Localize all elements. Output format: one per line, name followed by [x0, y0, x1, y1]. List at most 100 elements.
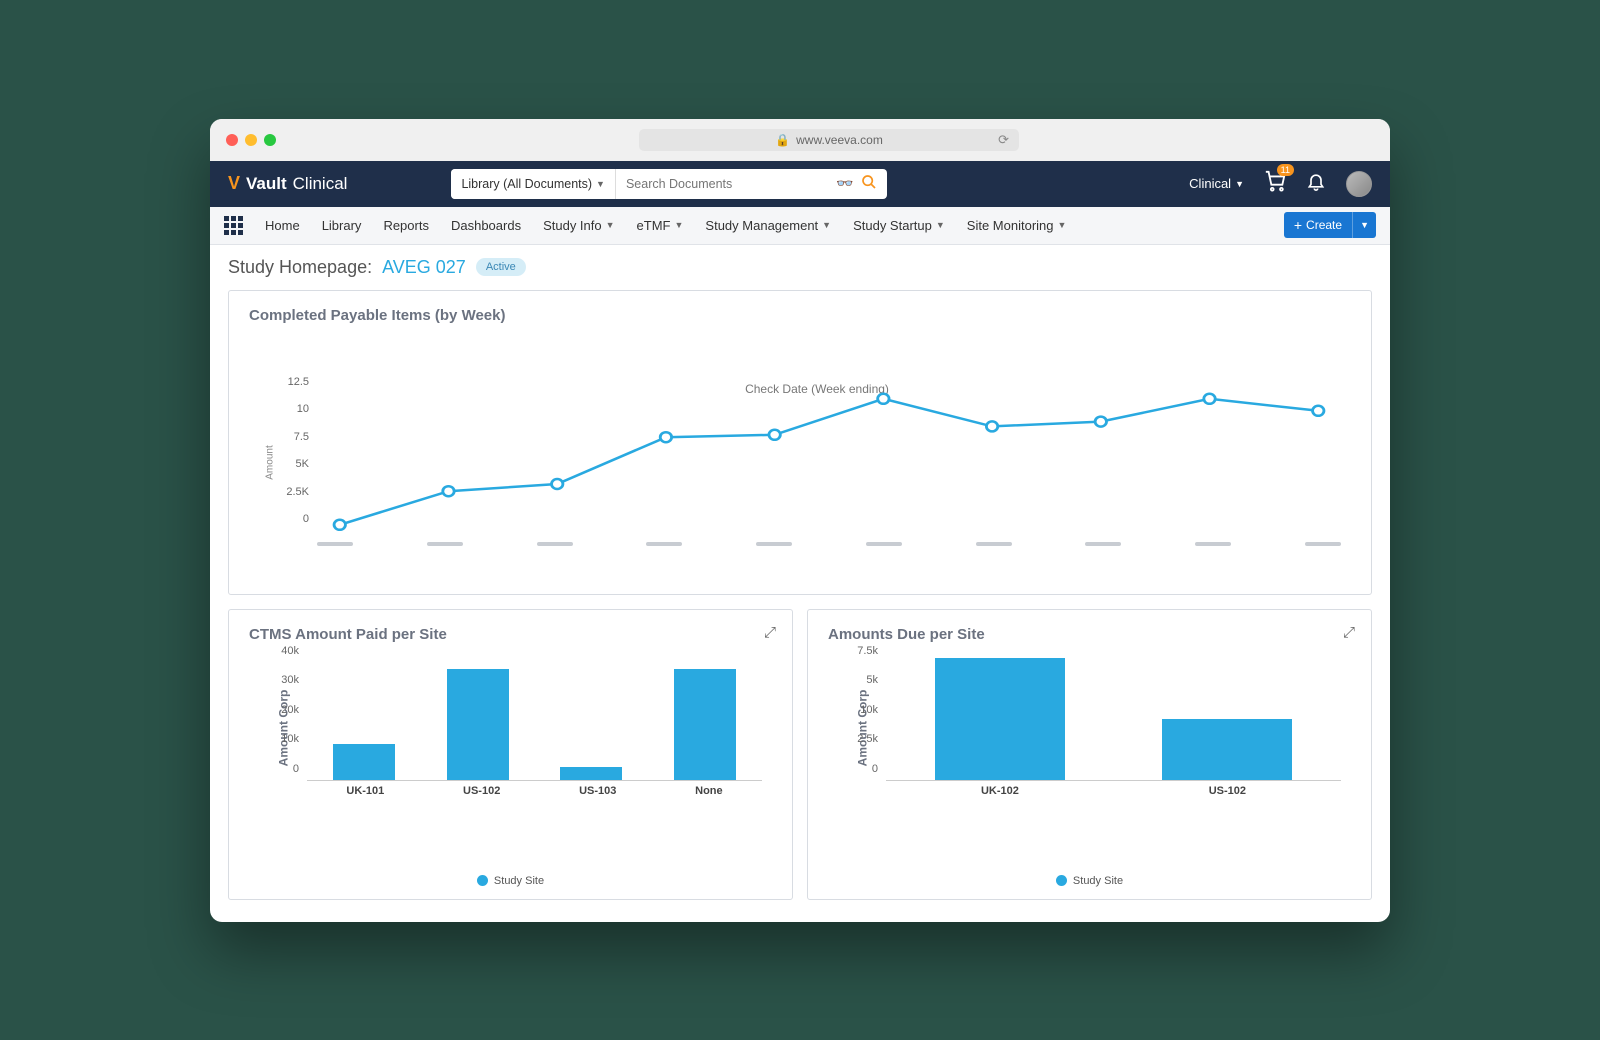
bar-label: US-103	[579, 785, 616, 797]
ytick: 2.5k	[848, 733, 878, 745]
menu-reports-label: Reports	[383, 218, 429, 233]
close-window-dot[interactable]	[226, 134, 238, 146]
traffic-lights	[226, 134, 276, 146]
menu-library[interactable]: Library	[322, 218, 362, 233]
chevron-down-icon: ▼	[1058, 220, 1067, 230]
top-nav: V Vault Clinical Library (All Documents)…	[210, 161, 1390, 207]
chart1-title: Completed Payable Items (by Week)	[249, 307, 1351, 324]
bar-label: None	[695, 785, 723, 797]
chevron-down-icon: ▼	[675, 220, 684, 230]
menu-etmf[interactable]: eTMF ▼	[637, 218, 684, 233]
legend-swatch	[477, 875, 488, 886]
library-selector[interactable]: Library (All Documents) ▼	[451, 169, 616, 199]
menu-site-monitoring[interactable]: Site Monitoring ▼	[967, 218, 1067, 233]
study-link[interactable]: AVEG 027	[382, 257, 466, 278]
brand-logo-icon: V	[228, 173, 240, 194]
minimize-window-dot[interactable]	[245, 134, 257, 146]
ytick: 40k	[269, 645, 299, 657]
brand[interactable]: V Vault Clinical	[228, 173, 347, 194]
chart3-legend: Study Site	[828, 875, 1351, 887]
cart-badge: 11	[1277, 164, 1294, 176]
legend-swatch	[1056, 875, 1067, 886]
ytick: 20k	[269, 704, 299, 716]
legend-label: Study Site	[1073, 875, 1123, 887]
expand-icon[interactable]: ⤢	[764, 624, 776, 641]
search-input[interactable]	[616, 169, 826, 199]
chart3-bars	[886, 651, 1341, 781]
ytick: 5K	[275, 458, 309, 470]
chevron-down-icon: ▼	[822, 220, 831, 230]
menu-etmf-label: eTMF	[637, 218, 671, 233]
chart1-x-dashes	[317, 542, 1341, 546]
chart2-legend: Study Site	[249, 875, 772, 887]
menu-home[interactable]: Home	[265, 218, 300, 233]
chart2-bar-labels: UK-101 US-102 US-103 None	[307, 785, 762, 797]
menu-reports[interactable]: Reports	[383, 218, 429, 233]
create-button[interactable]: +Create	[1284, 212, 1352, 238]
cart-button[interactable]: 11	[1264, 170, 1286, 197]
ytick: 0	[275, 513, 309, 525]
apps-grid-icon[interactable]	[224, 216, 243, 235]
chart1-plot	[317, 382, 1341, 532]
bar-label: UK-101	[346, 785, 384, 797]
legend-label: Study Site	[494, 875, 544, 887]
chevron-down-icon: ▼	[1235, 179, 1244, 189]
bar[interactable]	[560, 767, 622, 780]
context-dropdown[interactable]: Clinical ▼	[1189, 176, 1244, 191]
menu-home-label: Home	[265, 218, 300, 233]
menu-dashboards[interactable]: Dashboards	[451, 218, 521, 233]
url-text: www.veeva.com	[796, 133, 883, 147]
menu-site-mon-label: Site Monitoring	[967, 218, 1054, 233]
bell-icon[interactable]	[1306, 171, 1326, 196]
ytick: 10k	[848, 704, 878, 716]
reload-icon[interactable]: ⟳	[998, 132, 1009, 148]
ytick: 10k	[269, 733, 299, 745]
chart2-title: CTMS Amount Paid per Site	[249, 626, 772, 643]
bar-chart-paid: Amount Corp 40k 30k 20k 10k 0 UK-101US-1…	[249, 651, 772, 831]
menu-study-startup[interactable]: Study Startup▼	[853, 218, 945, 233]
avatar[interactable]	[1346, 171, 1372, 197]
bar-label: US-102	[1209, 785, 1246, 797]
page-title: Study Homepage: AVEG 027 Active	[228, 257, 1372, 278]
chart3-bar-labels: UK-102 US-102	[886, 785, 1341, 797]
chevron-down-icon: ▼	[1360, 220, 1369, 230]
bar[interactable]	[333, 744, 395, 780]
ytick: 7.5k	[848, 645, 878, 657]
bar[interactable]	[447, 669, 509, 780]
menu-study-management[interactable]: Study Management ▼	[705, 218, 831, 233]
ytick: 10	[275, 403, 309, 415]
bar-label: US-102	[463, 785, 500, 797]
menu-study-info[interactable]: Study Info▼	[543, 218, 614, 233]
bar[interactable]	[935, 658, 1065, 779]
bar[interactable]	[674, 669, 736, 780]
search-icon[interactable]	[861, 174, 877, 194]
chart1-yticks: 12.5 10 7.5 5K 2.5K 0	[275, 382, 309, 532]
content: Study Homepage: AVEG 027 Active Complete…	[210, 245, 1390, 922]
ytick: 2.5K	[275, 486, 309, 498]
chart3-title: Amounts Due per Site	[828, 626, 1351, 643]
chart3-yticks: 7.5k 5k 10k 2.5k 0	[848, 651, 878, 781]
binoculars-icon[interactable]: 👓	[836, 175, 853, 192]
top-right: Clinical ▼ 11	[1189, 170, 1372, 197]
create-dropdown[interactable]: ▼	[1352, 212, 1376, 238]
create-button-group: +Create ▼	[1284, 212, 1376, 238]
maximize-window-dot[interactable]	[264, 134, 276, 146]
chevron-down-icon: ▼	[606, 220, 615, 230]
expand-icon[interactable]: ⤢	[1343, 624, 1355, 641]
brand-vault: Vault	[246, 174, 287, 194]
chart2-yticks: 40k 30k 20k 10k 0	[269, 651, 299, 781]
library-selector-label: Library (All Documents)	[461, 177, 592, 191]
browser-window: 🔒 www.veeva.com ⟳ V Vault Clinical Libra…	[210, 119, 1390, 922]
line-chart: Amount 12.5 10 7.5 5K 2.5K 0 Check Date …	[283, 382, 1351, 582]
ytick: 0	[269, 763, 299, 775]
search-icons: 👓	[826, 174, 887, 194]
url-bar[interactable]: 🔒 www.veeva.com ⟳	[639, 129, 1019, 151]
menu-bar: Home Library Reports Dashboards Study In…	[210, 207, 1390, 245]
menu-dashboards-label: Dashboards	[451, 218, 521, 233]
chart-card-completed-payable: Completed Payable Items (by Week) Amount…	[228, 290, 1372, 595]
bar-label: UK-102	[981, 785, 1019, 797]
context-label: Clinical	[1189, 176, 1231, 191]
menu-study-mgmt-label: Study Management	[705, 218, 818, 233]
chart-card-ctms-paid: ⤢ CTMS Amount Paid per Site Amount Corp …	[228, 609, 793, 900]
bar[interactable]	[1162, 719, 1292, 780]
